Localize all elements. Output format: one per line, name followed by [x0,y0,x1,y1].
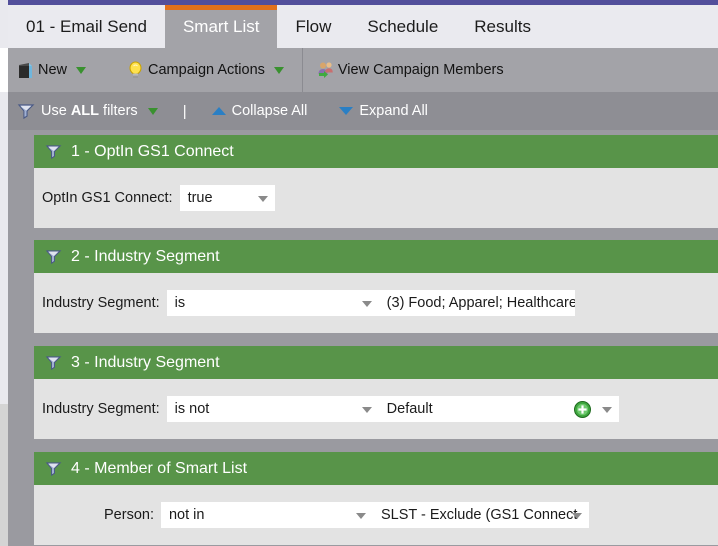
view-campaign-members-button[interactable]: View Campaign Members [307,48,514,92]
filter-panel-header[interactable]: 1 - OptIn GS1 Connect [34,135,718,168]
chevron-down-icon [361,301,372,307]
add-value-icon[interactable] [573,401,591,418]
tab-flow[interactable]: Flow [277,5,349,48]
filter-options-bar: Use ALL filters | Collapse All Expand Al… [8,92,718,130]
toolbar-divider [301,48,303,92]
filter-row: Industry Segment: is (3) Food; Apparel; … [42,290,575,316]
filter-panel-1: 1 - OptIn GS1 Connect OptIn GS1 Connect:… [34,135,718,228]
tab-label: Smart List [182,16,260,36]
operator-value: true [187,190,213,206]
tab-results[interactable]: Results [456,5,549,48]
collapse-all-button[interactable]: Collapse All [203,103,317,119]
tab-label: Schedule [367,16,439,36]
filter-panel-title: 2 - Industry Segment [71,247,220,265]
filter-panel-header[interactable]: 2 - Industry Segment [34,240,718,273]
operator-dropdown[interactable]: true [179,185,275,211]
filter-value-field[interactable]: (3) Food; Apparel; Healthcare [378,290,575,316]
chevron-down-icon [601,407,612,413]
field-label: Person: [104,507,154,523]
filter-panel-list[interactable]: 1 - OptIn GS1 Connect OptIn GS1 Connect:… [8,130,718,546]
operator-value: is [174,295,186,311]
filter-value-field[interactable]: SLST - Exclude (GS1 Connect [372,502,589,528]
filter-panel-title: 1 - OptIn GS1 Connect [71,142,234,160]
campaign-actions-label: Campaign Actions [148,62,265,78]
funnel-filter-icon [45,144,62,159]
tab-email-send[interactable]: 01 - Email Send [8,5,165,48]
chevron-down-icon[interactable] [273,66,284,74]
filter-panel-body: Industry Segment: is not Default [34,379,718,439]
left-page-gutter-lower [0,404,8,546]
chevron-down-icon [571,513,582,519]
lightbulb-icon [128,61,143,79]
filter-value-field[interactable]: Default [378,396,619,422]
collapse-all-label: Collapse All [231,103,308,119]
tab-label: 01 - Email Send [26,16,147,36]
tab-label: Results [474,16,531,36]
funnel-filter-icon [45,249,62,264]
filter-panel-title: 3 - Industry Segment [71,353,220,371]
funnel-filter-icon [45,355,62,370]
filter-panel-header[interactable]: 4 - Member of Smart List [34,452,718,485]
filter-panel-3: 3 - Industry Segment Industry Segment: i… [34,346,718,439]
field-label: Industry Segment: [42,295,160,311]
operator-dropdown[interactable]: is [166,290,379,316]
filter-panel-4: 4 - Member of Smart List Person: not in … [34,452,718,545]
tab-schedule[interactable]: Schedule [349,5,456,48]
toolbar-left-notch [0,48,8,92]
chevron-down-icon[interactable] [147,107,158,115]
tab-bar: 01 - Email Send Smart List Flow Schedule… [8,5,549,48]
funnel-filter-icon [45,461,62,476]
tab-label: Flow [295,16,332,36]
filter-row: Person: not in SLST - Exclude (GS1 Conne… [42,502,589,528]
filter-panel-body: OptIn GS1 Connect: true [34,168,718,228]
field-label: OptIn GS1 Connect: [42,190,173,206]
filter-panel-header[interactable]: 3 - Industry Segment [34,346,718,379]
use-all-filters-button[interactable]: Use ALL filters [8,103,167,119]
triangle-down-icon [339,107,354,115]
chevron-down-icon[interactable] [76,66,87,74]
new-document-icon [18,62,33,79]
new-button[interactable]: New [8,48,96,92]
chevron-down-icon [361,407,372,413]
expand-all-label: Expand All [359,103,428,119]
operator-dropdown[interactable]: is not [166,396,379,422]
chevron-down-icon [355,513,366,519]
filter-panel-body: Person: not in SLST - Exclude (GS1 Conne… [34,485,718,545]
chevron-down-icon [257,196,268,202]
filter-value: Default [386,401,433,417]
new-button-label: New [38,62,68,78]
view-campaign-members-label: View Campaign Members [337,62,504,78]
funnel-filter-icon [17,103,35,119]
use-all-filters-label: Use ALL filters [41,103,138,119]
users-arrow-icon [317,61,336,79]
filter-value: SLST - Exclude (GS1 Connect [380,507,578,523]
tab-smart-list[interactable]: Smart List [164,5,278,48]
operator-dropdown[interactable]: not in [160,502,373,528]
triangle-up-icon [211,107,226,115]
expand-all-button[interactable]: Expand All [330,103,437,119]
filter-row: OptIn GS1 Connect: true [42,185,275,211]
filter-panel-title: 4 - Member of Smart List [71,459,248,477]
field-label: Industry Segment: [42,401,160,417]
operator-value: not in [168,507,205,523]
panel-left-rail [8,130,26,546]
filter-value: (3) Food; Apparel; Healthcare [386,295,575,311]
campaign-actions-button[interactable]: Campaign Actions [118,48,294,92]
filter-bar-separator: | [182,102,187,120]
action-toolbar: New Campaign Actions View Campaign Membe… [8,48,718,92]
operator-value: is not [174,401,210,417]
filter-panel-body: Industry Segment: is (3) Food; Apparel; … [34,273,718,333]
filter-panel-2: 2 - Industry Segment Industry Segment: i… [34,240,718,333]
filter-row: Industry Segment: is not Default [42,396,619,422]
smart-list-screen: 01 - Email Send Smart List Flow Schedule… [0,0,718,546]
